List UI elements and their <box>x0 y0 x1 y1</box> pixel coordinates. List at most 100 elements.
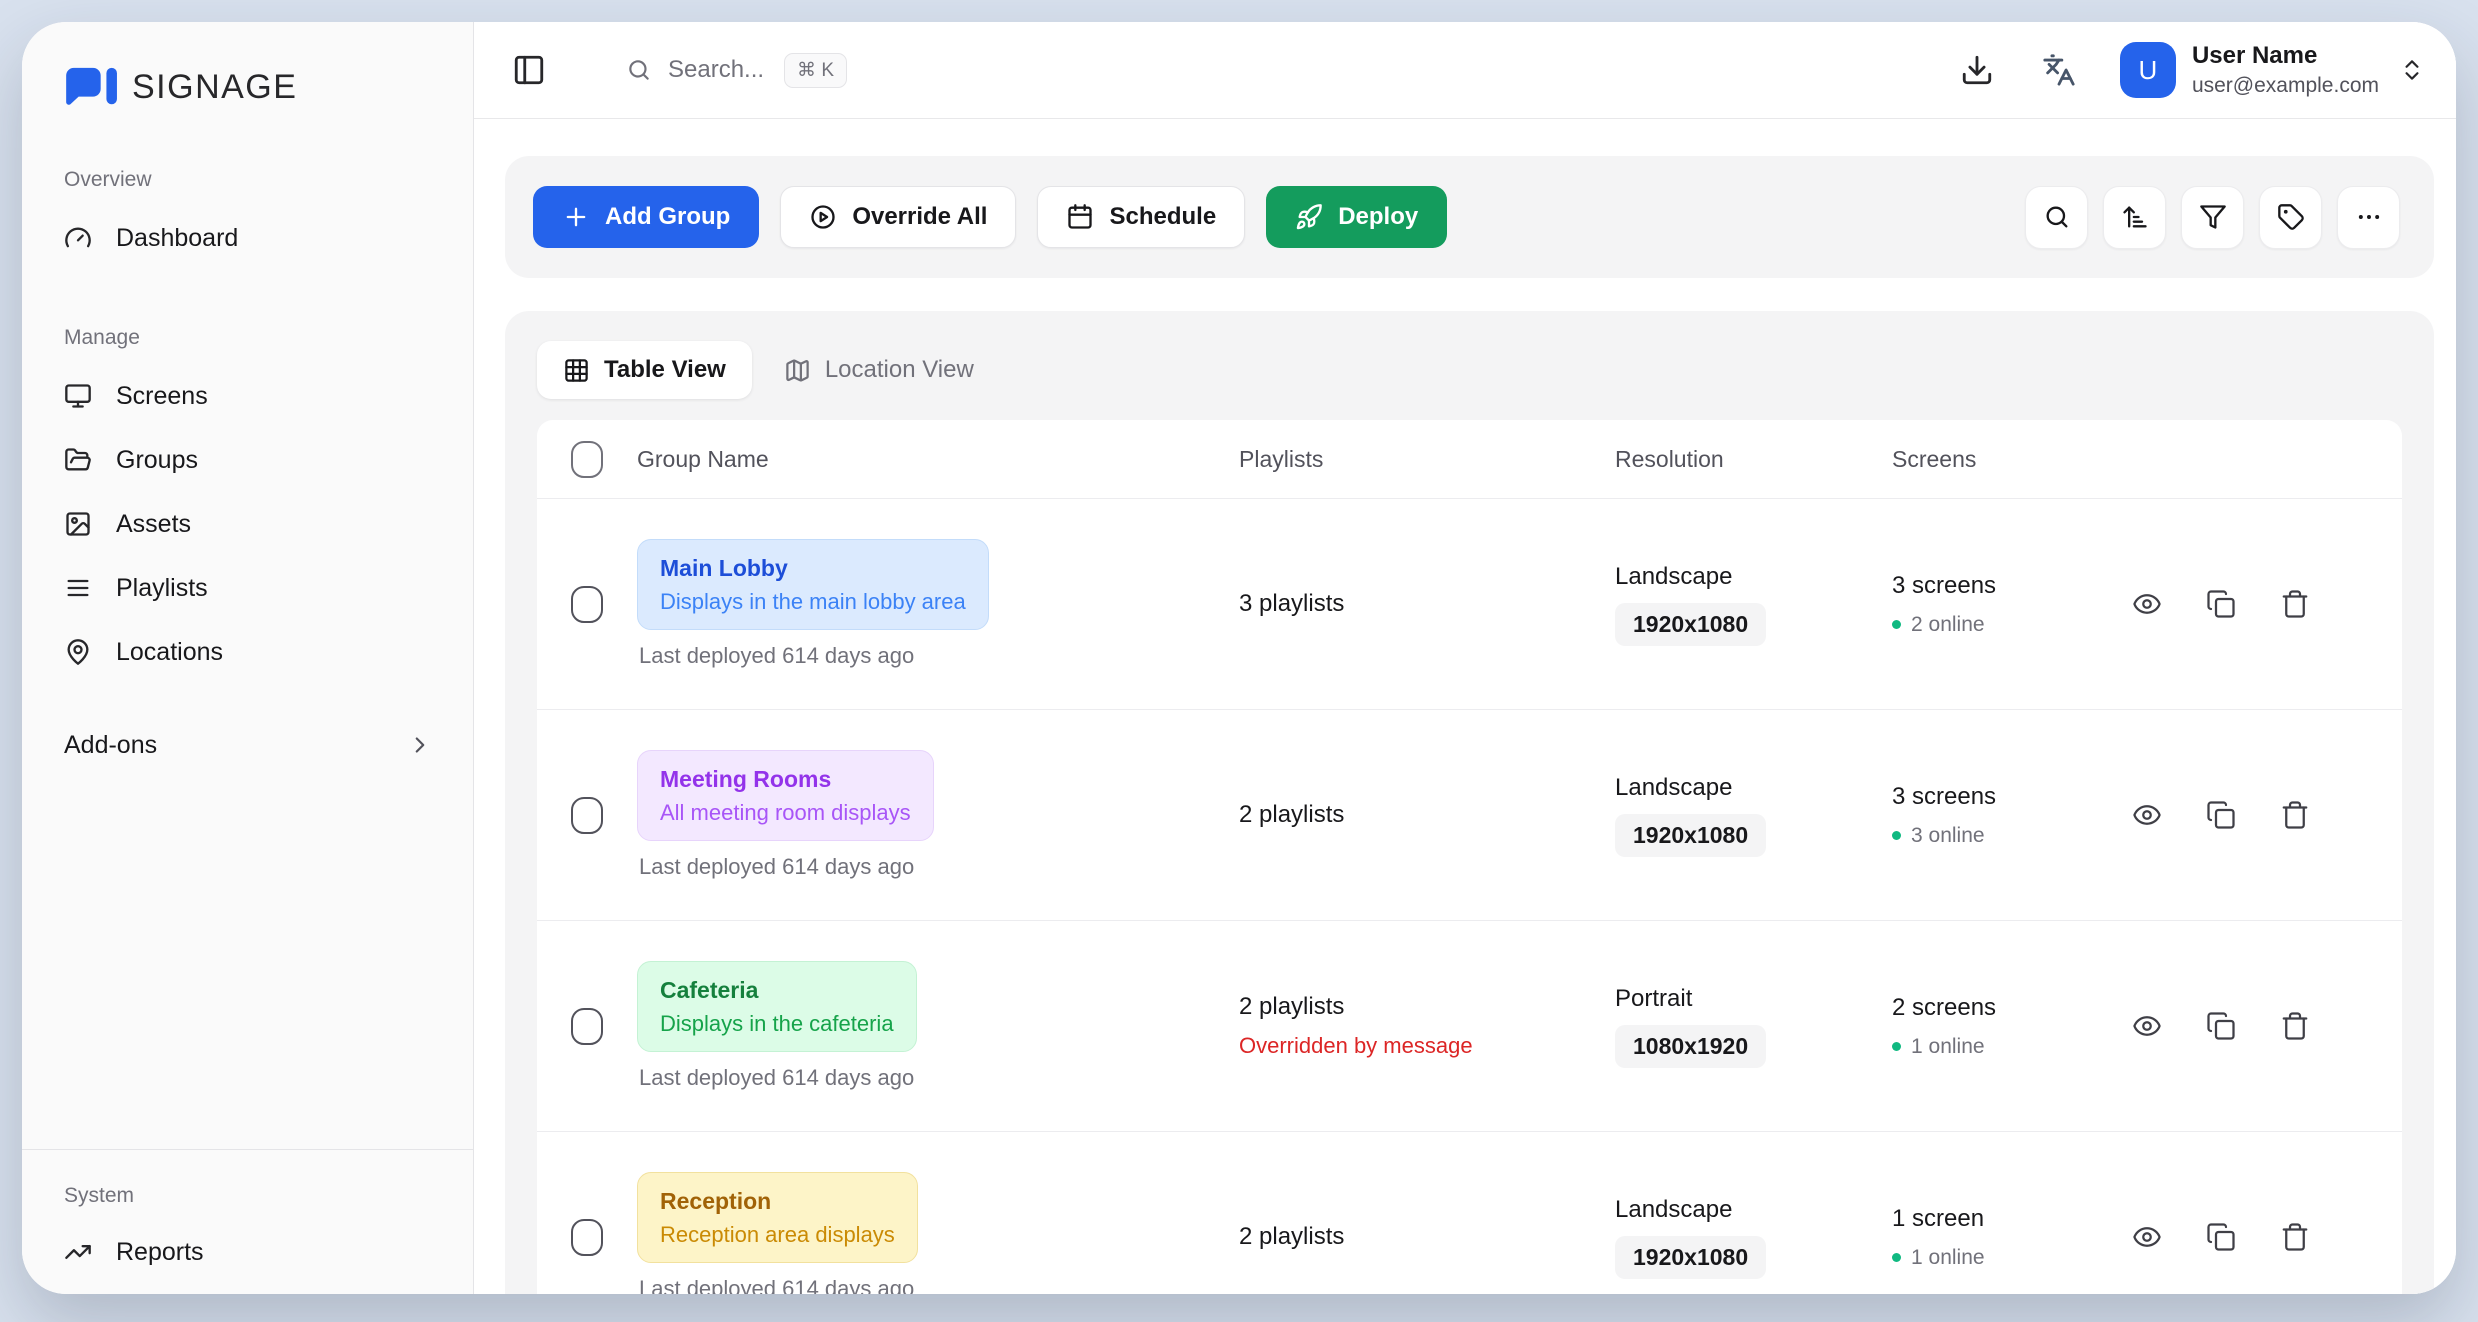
sidebar-item-label: Groups <box>116 446 198 475</box>
sidebar-item-dashboard[interactable]: Dashboard <box>22 206 473 270</box>
override-status: Overridden by message <box>1239 1033 1615 1059</box>
row-checkbox[interactable] <box>571 797 603 834</box>
duplicate-button[interactable] <box>2206 1222 2236 1252</box>
online-count: 1 online <box>1911 1246 1985 1270</box>
calendar-icon <box>1066 203 1094 231</box>
page-content: Add Group Override All Schedule <box>474 119 2456 1294</box>
resolution-badge: 1920x1080 <box>1615 603 1766 646</box>
folder-open-icon <box>64 446 92 474</box>
group-badge[interactable]: Meeting Rooms All meeting room displays <box>637 750 934 842</box>
group-name: Cafeteria <box>660 975 894 1006</box>
column-header-screens: Screens <box>1892 446 2117 473</box>
tab-location-view[interactable]: Location View <box>774 341 984 399</box>
last-deployed-text: Last deployed 614 days ago <box>637 854 1239 880</box>
tab-location-view-label: Location View <box>825 356 974 384</box>
tab-table-view-label: Table View <box>604 356 726 384</box>
sidebar-item-locations[interactable]: Locations <box>22 620 473 684</box>
table-icon <box>563 357 590 384</box>
main-area: Search... ⌘ K U User Name user@example.c… <box>474 22 2456 1294</box>
sidebar-item-addons[interactable]: Add-ons <box>22 712 473 778</box>
playlists-count: 2 playlists <box>1239 1223 1615 1251</box>
rocket-icon <box>1295 203 1323 231</box>
sidebar-item-groups[interactable]: Groups <box>22 428 473 492</box>
view-button[interactable] <box>2132 1222 2162 1252</box>
map-pin-icon <box>64 638 92 666</box>
view-button[interactable] <box>2132 800 2162 830</box>
select-all-checkbox[interactable] <box>571 441 603 478</box>
brand-logo: SIGNAGE <box>22 22 473 110</box>
row-checkbox[interactable] <box>571 1008 603 1045</box>
resolution-badge: 1080x1920 <box>1615 1025 1766 1068</box>
group-name: Reception <box>660 1186 895 1217</box>
user-email: user@example.com <box>2192 73 2379 98</box>
sidebar-item-label: Assets <box>116 510 191 539</box>
delete-button[interactable] <box>2280 800 2310 830</box>
online-dot <box>1892 831 1901 840</box>
orientation-label: Landscape <box>1615 774 1892 802</box>
screens-count: 1 screen <box>1892 1205 2117 1233</box>
view-button[interactable] <box>2132 589 2162 619</box>
sidebar-item-label: Playlists <box>116 574 208 603</box>
filter-button[interactable] <box>2181 186 2244 249</box>
group-badge[interactable]: Cafeteria Displays in the cafeteria <box>637 961 917 1053</box>
group-badge[interactable]: Reception Reception area displays <box>637 1172 918 1264</box>
download-button[interactable] <box>1960 53 1994 87</box>
sidebar-item-reports[interactable]: Reports <box>22 1220 473 1284</box>
schedule-button[interactable]: Schedule <box>1037 186 1245 248</box>
group-description: Displays in the cafeteria <box>660 1009 894 1039</box>
resolution-badge: 1920x1080 <box>1615 814 1766 857</box>
override-all-button[interactable]: Override All <box>780 186 1016 248</box>
duplicate-button[interactable] <box>2206 1011 2236 1041</box>
duplicate-button[interactable] <box>2206 589 2236 619</box>
add-group-button[interactable]: Add Group <box>533 186 759 248</box>
table-row: Meeting Rooms All meeting room displays … <box>537 710 2402 921</box>
view-button[interactable] <box>2132 1011 2162 1041</box>
sidebar-item-playlists[interactable]: Playlists <box>22 556 473 620</box>
group-name: Meeting Rooms <box>660 764 911 795</box>
language-button[interactable] <box>2042 53 2076 87</box>
column-header-group-name: Group Name <box>637 446 1239 473</box>
group-badge[interactable]: Main Lobby Displays in the main lobby ar… <box>637 539 989 631</box>
view-tabs: Table View Location View <box>537 341 2402 399</box>
sidebar-toggle-button[interactable] <box>512 53 546 87</box>
more-options-button[interactable] <box>2337 186 2400 249</box>
column-header-playlists: Playlists <box>1239 446 1615 473</box>
online-count: 2 online <box>1911 613 1985 637</box>
topbar-right: U User Name user@example.com <box>1960 42 2425 98</box>
delete-button[interactable] <box>2280 1222 2310 1252</box>
sidebar-item-label: Reports <box>116 1238 204 1267</box>
duplicate-button[interactable] <box>2206 800 2236 830</box>
deploy-button[interactable]: Deploy <box>1266 186 1447 248</box>
playlists-count: 2 playlists <box>1239 801 1615 829</box>
table-row: Main Lobby Displays in the main lobby ar… <box>537 499 2402 710</box>
last-deployed-text: Last deployed 614 days ago <box>637 643 1239 669</box>
search-groups-button[interactable] <box>2025 186 2088 249</box>
play-circle-icon <box>809 203 837 231</box>
chevron-right-icon <box>407 732 433 758</box>
groups-table: Group Name Playlists Resolution Screens … <box>537 420 2402 1294</box>
sort-button[interactable] <box>2103 186 2166 249</box>
user-menu[interactable]: U User Name user@example.com <box>2120 42 2425 98</box>
last-deployed-text: Last deployed 614 days ago <box>637 1065 1239 1091</box>
tab-table-view[interactable]: Table View <box>537 341 752 399</box>
deploy-label: Deploy <box>1338 203 1418 231</box>
search-icon <box>626 57 652 83</box>
sidebar-item-screens[interactable]: Screens <box>22 364 473 428</box>
group-name: Main Lobby <box>660 553 966 584</box>
chevrons-up-down-icon <box>2399 57 2425 83</box>
topbar: Search... ⌘ K U User Name user@example.c… <box>474 22 2456 119</box>
delete-button[interactable] <box>2280 589 2310 619</box>
search-shortcut-badge: ⌘ K <box>784 53 847 88</box>
tag-button[interactable] <box>2259 186 2322 249</box>
section-label-system: System <box>22 1184 473 1208</box>
sidebar-item-assets[interactable]: Assets <box>22 492 473 556</box>
last-deployed-text: Last deployed 614 days ago <box>637 1276 1239 1294</box>
row-checkbox[interactable] <box>571 1219 603 1256</box>
section-label-manage: Manage <box>22 326 473 350</box>
search-input[interactable]: Search... ⌘ K <box>626 53 847 88</box>
delete-button[interactable] <box>2280 1011 2310 1041</box>
row-checkbox[interactable] <box>571 586 603 623</box>
sidebar-item-label: Dashboard <box>116 224 238 253</box>
table-row: Reception Reception area displays Last d… <box>537 1132 2402 1294</box>
screens-count: 3 screens <box>1892 783 2117 811</box>
